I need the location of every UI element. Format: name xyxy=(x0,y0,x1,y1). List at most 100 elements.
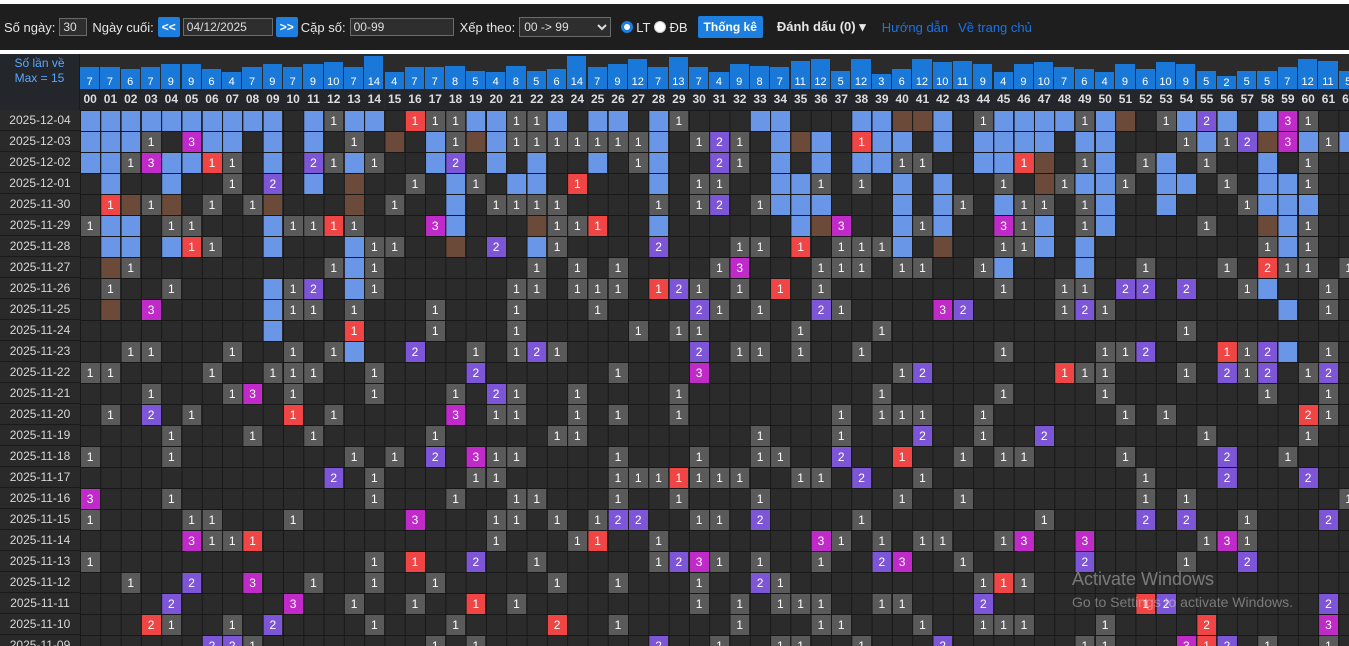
grid-cell[interactable] xyxy=(527,152,547,173)
grid-cell[interactable]: 3 xyxy=(182,131,202,152)
column-number[interactable]: 44 xyxy=(973,89,994,110)
grid-cell[interactable]: 1 xyxy=(506,278,527,299)
grid-cell[interactable]: 1 xyxy=(831,614,851,635)
grid-cell[interactable]: 1 xyxy=(608,131,628,152)
grid-cell[interactable]: 2 xyxy=(1318,362,1339,383)
grid-cell[interactable]: 1 xyxy=(506,488,527,509)
grid-cell[interactable]: 2 xyxy=(445,152,466,173)
grid-cell[interactable]: 2 xyxy=(1298,467,1318,488)
grid-cell[interactable] xyxy=(1075,236,1095,257)
grid-cell[interactable]: 1 xyxy=(588,299,608,320)
grid-cell[interactable] xyxy=(486,152,506,173)
grid-cell[interactable]: 1 xyxy=(466,635,486,646)
column-number[interactable]: 50 xyxy=(1095,89,1116,110)
grid-cell[interactable]: 1 xyxy=(689,572,709,593)
grid-cell[interactable]: 1 xyxy=(994,530,1014,551)
column-number[interactable]: 45 xyxy=(993,89,1014,110)
grid-cell[interactable] xyxy=(303,110,324,131)
grid-cell[interactable]: 1 xyxy=(1014,236,1034,257)
grid-cell[interactable]: 1 xyxy=(994,278,1014,299)
column-number[interactable]: 48 xyxy=(1054,89,1075,110)
grid-cell[interactable]: 1 xyxy=(811,278,831,299)
column-number[interactable]: 00 xyxy=(80,89,101,110)
grid-cell[interactable] xyxy=(770,110,790,131)
grid-cell[interactable]: 1 xyxy=(141,194,161,215)
grid-cell[interactable]: 1 xyxy=(100,362,121,383)
grid-cell[interactable] xyxy=(161,110,181,131)
grid-cell[interactable] xyxy=(851,152,872,173)
grid-cell[interactable]: 1 xyxy=(588,278,608,299)
grid-cell[interactable] xyxy=(1176,173,1196,194)
grid-cell[interactable] xyxy=(994,194,1014,215)
column-number[interactable]: 32 xyxy=(729,89,750,110)
grid-cell[interactable]: 1 xyxy=(709,509,730,530)
grid-cell[interactable] xyxy=(892,215,912,236)
grid-cell[interactable] xyxy=(872,152,892,173)
grid-cell[interactable]: 1 xyxy=(100,404,121,425)
grid-cell[interactable]: 1 xyxy=(283,278,303,299)
grid-cell[interactable]: 1 xyxy=(1054,362,1075,383)
grid-cell[interactable]: 1 xyxy=(547,131,567,152)
column-number[interactable]: 02 xyxy=(120,89,141,110)
grid-cell[interactable]: 1 xyxy=(912,152,933,173)
grid-cell[interactable]: 2 xyxy=(709,194,730,215)
grid-cell[interactable]: 1 xyxy=(547,341,567,362)
grid-cell[interactable]: 1 xyxy=(161,614,181,635)
grid-cell[interactable]: 1 xyxy=(202,530,222,551)
grid-cell[interactable] xyxy=(648,152,669,173)
grid-cell[interactable]: 3 xyxy=(405,509,425,530)
grid-cell[interactable]: 1 xyxy=(973,572,993,593)
grid-cell[interactable]: 1 xyxy=(872,593,892,614)
grid-cell[interactable] xyxy=(344,278,364,299)
grid-cell[interactable] xyxy=(161,152,181,173)
grid-cell[interactable]: 1 xyxy=(1176,488,1196,509)
grid-cell[interactable]: 2 xyxy=(527,341,547,362)
grid-cell[interactable] xyxy=(770,131,790,152)
grid-cell[interactable]: 1 xyxy=(709,635,730,646)
grid-cell[interactable] xyxy=(933,215,953,236)
grid-cell[interactable]: 2 xyxy=(1217,635,1237,646)
grid-cell[interactable] xyxy=(1034,173,1054,194)
xep-theo-select[interactable]: 00 -> 99 xyxy=(519,17,612,37)
grid-cell[interactable]: 1 xyxy=(486,530,506,551)
grid-cell[interactable]: 1 xyxy=(182,236,202,257)
grid-cell[interactable] xyxy=(445,173,466,194)
grid-cell[interactable]: 1 xyxy=(1014,215,1034,236)
grid-cell[interactable] xyxy=(263,236,283,257)
grid-cell[interactable]: 1 xyxy=(547,194,567,215)
grid-cell[interactable] xyxy=(791,215,811,236)
grid-cell[interactable]: 2 xyxy=(486,383,506,404)
grid-cell[interactable]: 1 xyxy=(222,341,242,362)
grid-cell[interactable]: 1 xyxy=(303,215,324,236)
grid-cell[interactable]: 3 xyxy=(242,572,263,593)
grid-cell[interactable] xyxy=(425,152,445,173)
grid-cell[interactable] xyxy=(1156,194,1176,215)
grid-cell[interactable]: 1 xyxy=(953,551,973,572)
grid-cell[interactable]: 1 xyxy=(121,341,141,362)
grid-cell[interactable]: 1 xyxy=(425,110,445,131)
grid-cell[interactable] xyxy=(588,152,608,173)
grid-cell[interactable] xyxy=(851,110,872,131)
grid-cell[interactable] xyxy=(994,257,1014,278)
grid-cell[interactable] xyxy=(80,152,100,173)
grid-cell[interactable]: 1 xyxy=(1318,341,1339,362)
grid-cell[interactable]: 2 xyxy=(750,572,770,593)
grid-cell[interactable]: 1 xyxy=(953,488,973,509)
grid-cell[interactable] xyxy=(100,257,121,278)
grid-cell[interactable]: 1 xyxy=(1318,131,1339,152)
grid-cell[interactable]: 2 xyxy=(1115,278,1136,299)
grid-cell[interactable]: 1 xyxy=(669,467,689,488)
grid-cell[interactable]: 2 xyxy=(811,299,831,320)
grid-cell[interactable]: 1 xyxy=(1014,614,1034,635)
grid-cell[interactable]: 2 xyxy=(405,341,425,362)
grid-cell[interactable]: 1 xyxy=(1136,257,1156,278)
grid-cell[interactable]: 1 xyxy=(486,404,506,425)
grid-cell[interactable]: 1 xyxy=(486,467,506,488)
grid-cell[interactable] xyxy=(80,131,100,152)
grid-cell[interactable]: 1 xyxy=(750,299,770,320)
column-number[interactable]: 08 xyxy=(242,89,263,110)
grid-cell[interactable]: 1 xyxy=(506,593,527,614)
column-number[interactable]: 14 xyxy=(364,89,385,110)
column-number[interactable]: 43 xyxy=(952,89,974,110)
grid-cell[interactable]: 1 xyxy=(385,446,405,467)
